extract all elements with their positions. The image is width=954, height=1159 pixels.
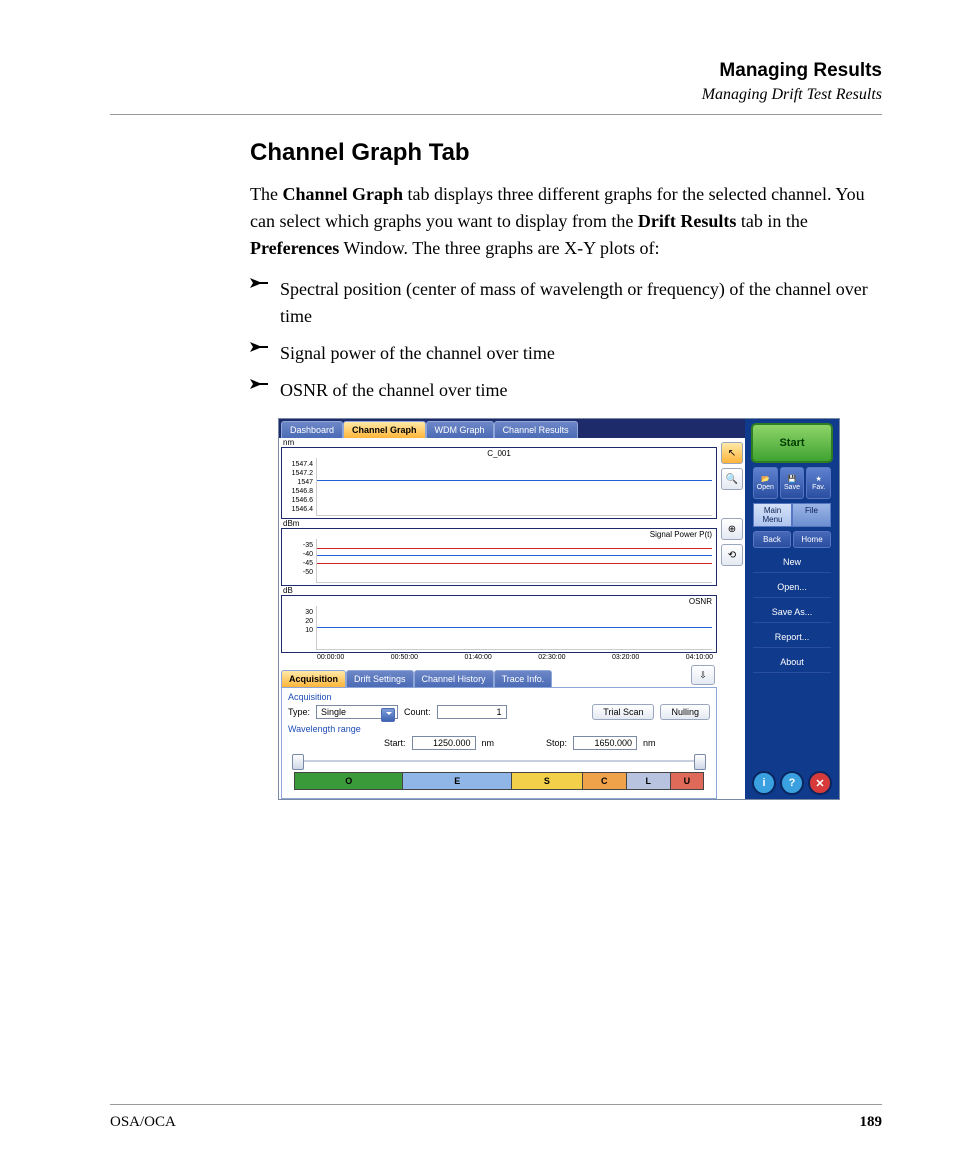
wavelength-range-label: Wavelength range <box>288 724 710 734</box>
wavelength-band-bar: O E S C L U <box>294 772 704 790</box>
acquisition-panel: Acquisition Type: Single Count: 1 Trial … <box>281 688 717 799</box>
start-button[interactable]: Start <box>751 423 833 463</box>
keyboard-toggle-button[interactable]: ⇩ <box>691 665 715 685</box>
section-title: Channel Graph Tab <box>250 139 882 167</box>
slider-thumb-stop[interactable] <box>694 754 706 770</box>
count-input[interactable]: 1 <box>437 705 507 719</box>
bullet-arrow-icon <box>250 276 268 330</box>
band-o: O <box>295 773 403 789</box>
type-select[interactable]: Single <box>316 705 398 719</box>
zoom-tool-button[interactable]: 🔍 <box>721 468 743 490</box>
bottom-tab-bar: Acquisition Drift Settings Channel Histo… <box>281 665 717 688</box>
bullet-arrow-icon <box>250 377 268 404</box>
header-title: Managing Results <box>110 60 882 82</box>
bullet-arrow-icon <box>250 340 268 367</box>
start-label: Start: <box>384 738 406 748</box>
tab-drift-settings[interactable]: Drift Settings <box>346 670 414 687</box>
close-button[interactable]: ✕ <box>808 771 832 795</box>
chart3-yticks: 302010 <box>283 608 313 635</box>
chart-signal-power: Signal Power P(t) -35-40-45-50 <box>281 528 717 586</box>
tab-trace-info[interactable]: Trace Info. <box>494 670 553 687</box>
trial-scan-button[interactable]: Trial Scan <box>592 704 654 720</box>
start-unit: nm <box>482 738 495 748</box>
nulling-button[interactable]: Nulling <box>660 704 710 720</box>
tab-file[interactable]: File <box>792 503 831 527</box>
band-l: L <box>627 773 671 789</box>
band-s: S <box>512 773 583 789</box>
tab-dashboard[interactable]: Dashboard <box>281 421 343 438</box>
open-button[interactable]: 📂Open <box>753 467 778 499</box>
menu-open[interactable]: Open... <box>753 577 831 598</box>
back-button[interactable]: Back <box>753 531 791 548</box>
zoom-reset-button[interactable]: ⟲ <box>721 544 743 566</box>
close-icon: ✕ <box>815 777 824 790</box>
tab-channel-results[interactable]: Channel Results <box>494 421 578 438</box>
intro-paragraph: The Channel Graph tab displays three dif… <box>250 181 882 262</box>
chart3-unit: dB <box>281 586 717 595</box>
side-panel: Start 📂Open 💾Save ★Fav. Main Menu File B… <box>745 419 839 799</box>
menu-new[interactable]: New <box>753 552 831 573</box>
menu-save-as[interactable]: Save As... <box>753 602 831 623</box>
tab-channel-graph[interactable]: Channel Graph <box>343 421 426 438</box>
help-button[interactable]: ? <box>780 771 804 795</box>
bullet-item: OSNR of the channel over time <box>250 377 882 404</box>
chart-wavelength: C_001 1547.41547.215471546.81546.61546.4 <box>281 447 717 519</box>
tab-main-menu[interactable]: Main Menu <box>753 503 792 527</box>
band-c: C <box>583 773 627 789</box>
help-icon: ? <box>789 777 796 789</box>
chart1-title: C_001 <box>487 449 511 458</box>
save-icon: 💾 <box>788 475 797 483</box>
info-icon: i <box>762 777 765 789</box>
tab-acquisition[interactable]: Acquisition <box>281 670 346 687</box>
menu-report[interactable]: Report... <box>753 627 831 648</box>
home-button[interactable]: Home <box>793 531 831 548</box>
chart-xticks: 00:00:0000:50:0001:40:0002:30:0003:20:00… <box>281 653 717 663</box>
stop-input[interactable]: 1650.000 <box>573 736 637 750</box>
zoom-in-button[interactable]: ⊕ <box>721 518 743 540</box>
stop-unit: nm <box>643 738 656 748</box>
star-icon: ★ <box>816 475 822 483</box>
zoom-reset-icon: ⟲ <box>728 550 736 561</box>
footer-rule <box>110 1104 882 1105</box>
chevron-down-icon: ⇩ <box>699 670 707 681</box>
pointer-tool-button[interactable]: ↖ <box>721 442 743 464</box>
page-number: 189 <box>860 1114 883 1131</box>
main-tab-bar: Dashboard Channel Graph WDM Graph Channe… <box>279 419 745 438</box>
band-u: U <box>671 773 703 789</box>
chart2-title: Signal Power P(t) <box>650 530 712 539</box>
menu-about[interactable]: About <box>753 652 831 673</box>
header-subtitle: Managing Drift Test Results <box>110 86 882 104</box>
chart-osnr: OSNR 302010 <box>281 595 717 653</box>
chart1-yticks: 1547.41547.215471546.81546.61546.4 <box>283 460 313 514</box>
tab-wdm-graph[interactable]: WDM Graph <box>426 421 494 438</box>
chart1-unit: nm <box>281 438 717 447</box>
chart-toolbar: ↖ 🔍 ⊕ ⟲ <box>719 438 745 799</box>
wavelength-slider[interactable] <box>288 754 710 768</box>
favorite-button[interactable]: ★Fav. <box>806 467 831 499</box>
chart2-unit: dBm <box>281 519 717 528</box>
chart2-yticks: -35-40-45-50 <box>283 541 313 577</box>
stop-label: Stop: <box>546 738 567 748</box>
zoom-in-icon: ⊕ <box>728 524 736 535</box>
tab-channel-history[interactable]: Channel History <box>414 670 494 687</box>
type-label: Type: <box>288 707 310 717</box>
band-e: E <box>403 773 511 789</box>
folder-open-icon: 📂 <box>761 475 770 483</box>
start-input[interactable]: 1250.000 <box>412 736 476 750</box>
magnifier-icon: 🔍 <box>726 474 738 485</box>
bullet-item: Spectral position (center of mass of wav… <box>250 276 882 330</box>
chart3-title: OSNR <box>689 597 712 606</box>
bullet-item: Signal power of the channel over time <box>250 340 882 367</box>
count-label: Count: <box>404 707 431 717</box>
slider-thumb-start[interactable] <box>292 754 304 770</box>
cursor-icon: ↖ <box>728 448 736 459</box>
app-window: Dashboard Channel Graph WDM Graph Channe… <box>278 418 840 800</box>
save-button[interactable]: 💾Save <box>780 467 805 499</box>
info-button[interactable]: i <box>752 771 776 795</box>
acquisition-group-label: Acquisition <box>288 692 710 702</box>
header-rule <box>110 114 882 115</box>
footer-product: OSA/OCA <box>110 1114 176 1131</box>
